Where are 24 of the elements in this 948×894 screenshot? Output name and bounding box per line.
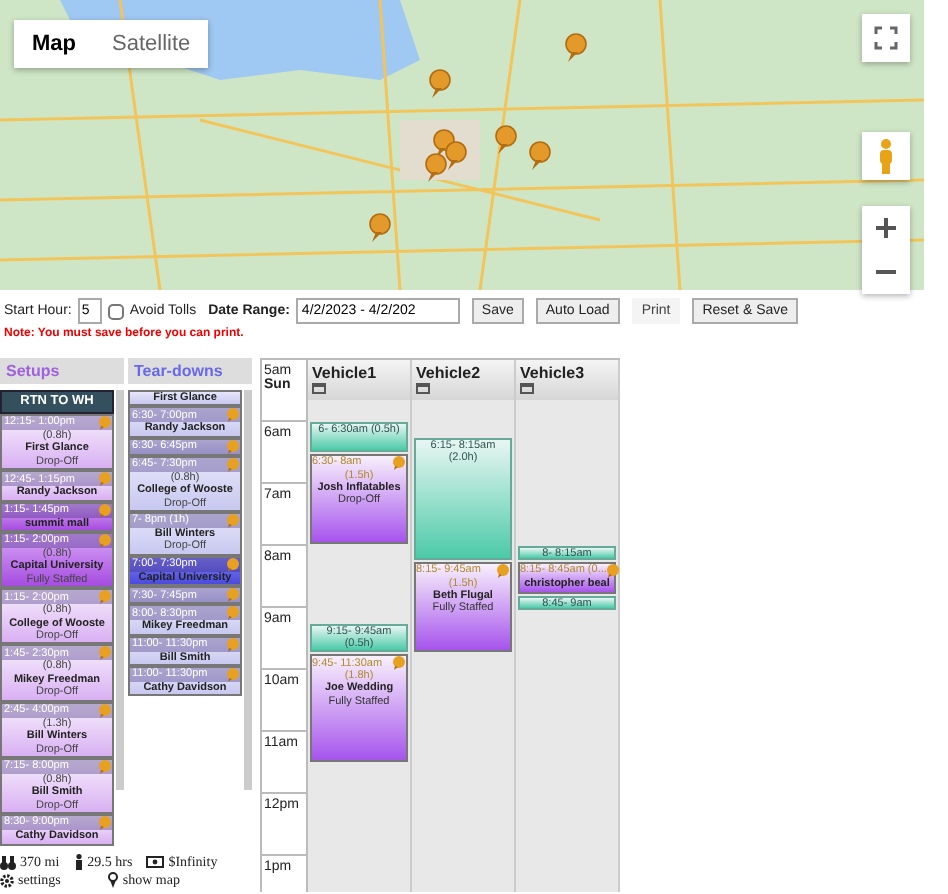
fullscreen-button[interactable]	[862, 14, 910, 62]
fullscreen-icon	[874, 26, 898, 50]
map-pin-icon	[108, 872, 119, 889]
zoom-in-button[interactable]	[862, 206, 910, 250]
avoid-tolls-checkbox[interactable]	[107, 303, 124, 319]
scrollbar[interactable]	[116, 390, 124, 790]
map-type-tab[interactable]: Map	[14, 20, 94, 68]
vehicle-header[interactable]: Vehicle3	[516, 360, 618, 400]
settings-icon	[0, 873, 14, 888]
money-icon	[146, 856, 165, 869]
scrollbar[interactable]	[244, 390, 252, 790]
calendar-icon	[416, 382, 430, 394]
vehicle-header[interactable]: Vehicle1	[308, 360, 410, 400]
plus-icon	[874, 216, 898, 240]
setups-header: Setups	[0, 358, 124, 384]
person-icon	[73, 854, 84, 871]
vehicle-header[interactable]: Vehicle2	[412, 360, 514, 400]
pegman-icon	[876, 138, 896, 174]
binoculars-icon	[0, 855, 16, 870]
calendar-icon	[520, 382, 534, 394]
map-type-tab[interactable]: Satellite	[94, 20, 209, 68]
zoom-out-button[interactable]	[862, 250, 910, 294]
calendar-icon	[312, 382, 326, 394]
teardowns-header: Tear-downs	[128, 358, 252, 384]
